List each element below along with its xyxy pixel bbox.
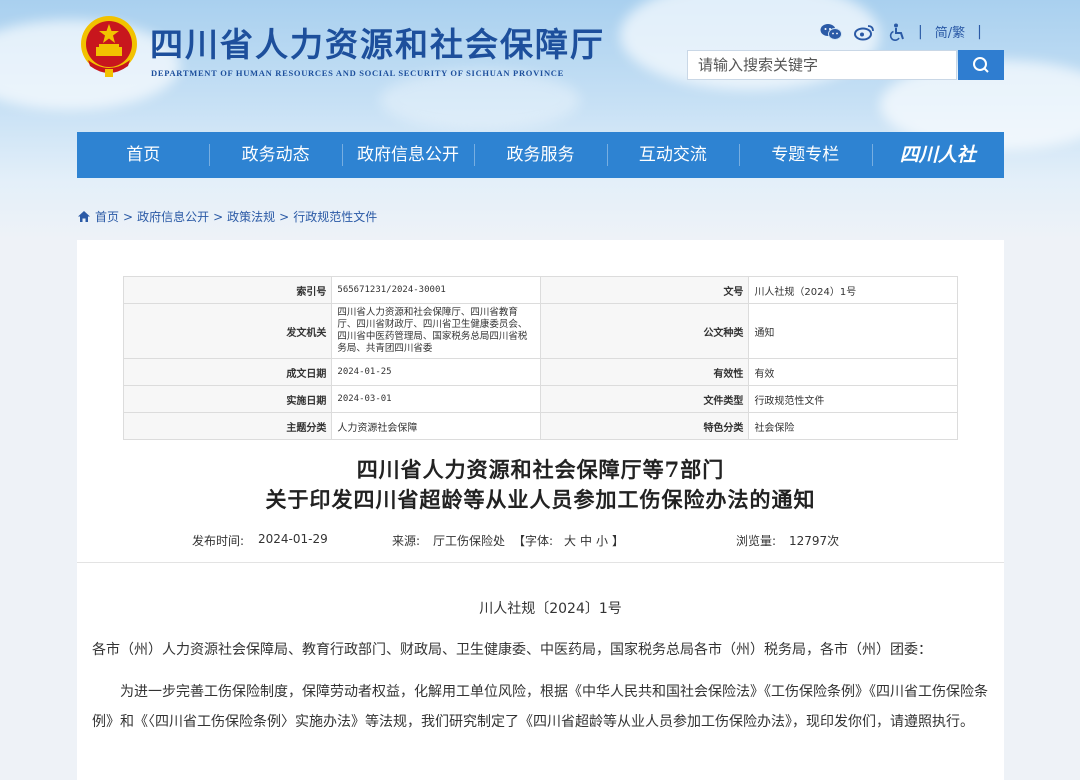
font-size-bracket: 】 [612,534,625,548]
search-input[interactable]: 请输入搜索关键字 [687,50,957,80]
main-nav: 首页 政务动态 政府信息公开 政务服务 互动交流 专题专栏 四川人社 [77,132,1004,178]
breadcrumb-item[interactable]: 政府信息公开 [137,208,209,225]
doc-title-line2: 关于印发四川省超龄等从业人员参加工伤保险办法的通知 [265,487,816,512]
font-size-medium[interactable]: 中 [580,532,592,549]
font-size-small[interactable]: 小 [596,532,608,549]
breadcrumb: 首页 > 政府信息公开 > 政策法规 > 行政规范性文件 [77,208,377,225]
table-row: 索引号 565671231/2024-30001 文号 川人社规（2024）1号 [122,276,958,304]
meta-key: 公文种类 [540,303,750,359]
body-paragraph: 为进一步完善工伤保险制度，保障劳动者权益，化解用工单位风险，根据《中华人民共和国… [92,684,988,730]
meta-key: 特色分类 [540,412,750,440]
lang-toggle[interactable]: 简/繁 [935,22,965,41]
wechat-icon[interactable] [820,23,842,41]
meta-key: 发文机关 [122,303,333,359]
table-row: 实施日期 2024-03-01 文件类型 行政规范性文件 [122,385,958,413]
weibo-icon[interactable] [854,23,876,41]
meta-value: 人力资源社会保障 [331,412,542,440]
nav-item-interaction[interactable]: 互动交流 [606,132,739,178]
meta-key: 索引号 [122,276,333,304]
metadata-table: 索引号 565671231/2024-30001 文号 川人社规（2024）1号… [122,276,958,440]
nav-item-news[interactable]: 政务动态 [209,132,341,178]
search-icon [973,57,989,73]
doc-number: 川人社规〔2024〕1号 [479,601,622,617]
nav-brand-logo[interactable]: 四川人社 [871,132,1004,178]
meta-key: 文号 [540,276,750,304]
views-count: 12797次 [789,534,840,548]
meta-value: 社会保险 [748,412,958,440]
meta-value: 行政规范性文件 [748,385,958,413]
views-label: 浏览量: [736,534,777,548]
publish-label: 发布时间: [192,534,245,548]
article-info-bar: 发布时间: 2024-01-29 来源: 厅工伤保险处 【字体: 大 中 小 】… [77,532,1004,556]
meta-value: 565671231/2024-30001 [331,276,542,304]
source-value: 厅工伤保险处 [433,534,506,548]
addressee-paragraph: 各市（州）人力资源社会保障局、教育行政部门、财政局、卫生健康委、中医药局，国家税… [92,642,932,658]
toolbar-separator: | [918,23,923,40]
breadcrumb-separator: > [279,209,290,224]
top-toolbar: | 简/繁 | [820,22,982,41]
meta-value: 通知 [748,303,958,359]
divider [77,562,1004,563]
meta-key: 有效性 [540,358,750,386]
site-title: 四川省人力资源和社会保障厅 [150,25,605,64]
publish-date: 2024-01-29 [258,532,328,546]
font-size-large[interactable]: 大 [564,532,576,549]
nav-item-info-disclosure[interactable]: 政府信息公开 [341,132,474,178]
table-row: 发文机关 四川省人力资源和社会保障厅、四川省教育厅、四川省财政厅、四川省卫生健康… [122,303,958,359]
table-row: 成文日期 2024-01-25 有效性 有效 [122,358,958,386]
breadcrumb-separator: > [123,209,134,224]
meta-value: 四川省人力资源和社会保障厅、四川省教育厅、四川省财政厅、四川省卫生健康委员会、四… [331,303,542,359]
meta-value: 川人社规（2024）1号 [748,276,958,304]
table-row: 主题分类 人力资源社会保障 特色分类 社会保险 [122,412,958,440]
meta-key: 主题分类 [122,412,333,440]
meta-value: 2024-01-25 [331,358,542,386]
breadcrumb-separator: > [213,209,224,224]
doc-title-line1: 四川省人力资源和社会保障厅等7部门 [356,457,725,482]
national-emblem [81,16,137,77]
toolbar-separator: | [977,23,982,40]
meta-key: 文件类型 [540,385,750,413]
font-size-label: 【字体: [513,534,554,548]
site-subtitle: DEPARTMENT OF HUMAN RESOURCES AND SOCIAL… [151,68,564,78]
meta-value: 2024-03-01 [331,385,542,413]
meta-value: 有效 [748,358,958,386]
breadcrumb-item[interactable]: 政策法规 [227,208,275,225]
source-label: 来源: [392,534,421,548]
accessibility-icon[interactable] [888,23,906,41]
search-button[interactable] [958,50,1004,80]
breadcrumb-item[interactable]: 行政规范性文件 [293,208,377,225]
nav-item-services[interactable]: 政务服务 [474,132,606,178]
meta-key: 实施日期 [122,385,333,413]
nav-item-home[interactable]: 首页 [77,132,209,178]
home-icon [78,211,90,222]
article-container: 索引号 565671231/2024-30001 文号 川人社规（2024）1号… [77,240,1004,780]
meta-key: 成文日期 [122,358,333,386]
nav-item-special-topics[interactable]: 专题专栏 [739,132,871,178]
breadcrumb-home[interactable]: 首页 [95,208,119,225]
